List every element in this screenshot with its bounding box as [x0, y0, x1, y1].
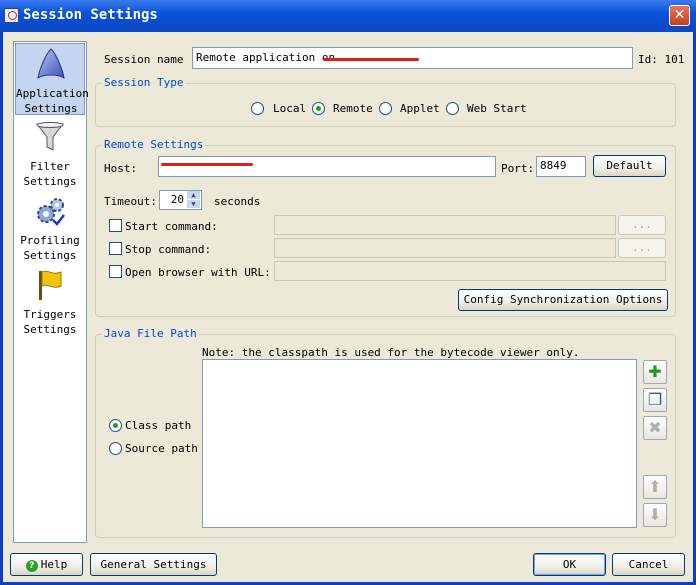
general-settings-button[interactable]: General Settings: [90, 553, 217, 576]
open-browser-label: Open browser with URL:: [125, 266, 271, 279]
sidebar-item-filter-settings[interactable]: Filter Settings: [15, 117, 85, 189]
arrow-down-icon: ⬇: [648, 505, 662, 524]
redaction-mark: [161, 163, 253, 166]
settings-sidebar: Application Settings Filter Settings Pro…: [13, 41, 89, 543]
timeout-value: 20: [170, 193, 184, 206]
session-id-label: Id: 101: [638, 53, 685, 66]
host-input[interactable]: [158, 156, 496, 177]
spinner-up-icon[interactable]: ▲: [187, 191, 200, 199]
port-input[interactable]: 8849: [536, 156, 586, 177]
session-settings-window: Session Settings ✕ Application Settings …: [0, 0, 696, 585]
session-name-label: Session name :: [104, 53, 197, 66]
application-icon: [37, 48, 65, 80]
help-icon: ?: [25, 560, 38, 572]
remove-icon: ✖: [648, 418, 662, 437]
remote-settings-legend: Remote Settings: [102, 138, 206, 151]
sidebar-item-triggers-settings[interactable]: Triggers Settings: [15, 265, 85, 337]
radio-class-path[interactable]: [109, 419, 122, 432]
window-title: Session Settings: [23, 7, 158, 23]
add-from-clipboard-button[interactable]: ❐: [643, 388, 667, 412]
radio-applet[interactable]: [379, 102, 392, 115]
start-command-browse-button[interactable]: ...: [618, 215, 666, 235]
port-value: 8849: [540, 159, 567, 172]
radio-remote-label: Remote: [333, 102, 373, 115]
sidebar-item-label: Application Settings: [16, 87, 89, 115]
sidebar-item-label: Triggers Settings: [23, 308, 77, 336]
java-file-path-legend: Java File Path: [102, 327, 199, 340]
path-list[interactable]: [202, 359, 637, 528]
close-icon: ✕: [673, 7, 686, 23]
timeout-unit-label: seconds: [214, 195, 261, 208]
timeout-spinner[interactable]: 20 ▲ ▼: [159, 190, 202, 210]
radio-class-path-label: Class path: [125, 419, 192, 432]
help-button[interactable]: ? Help: [10, 553, 83, 576]
radio-web-start[interactable]: [446, 102, 459, 115]
ok-button[interactable]: OK: [533, 553, 606, 576]
spinner-down-icon[interactable]: ▼: [187, 200, 200, 208]
stop-command-input[interactable]: [274, 238, 616, 258]
cancel-button[interactable]: Cancel: [612, 553, 685, 576]
radio-local-label: Local: [273, 102, 307, 115]
triggers-flag-icon: [39, 270, 62, 300]
radio-source-path[interactable]: [109, 442, 122, 455]
radio-local[interactable]: [251, 102, 264, 115]
add-icon: ✚: [648, 362, 662, 381]
start-command-input[interactable]: [274, 215, 616, 235]
stop-command-checkbox[interactable]: [109, 242, 122, 255]
redaction-mark: [323, 58, 419, 61]
open-browser-url-input[interactable]: [274, 261, 666, 281]
radio-remote[interactable]: [312, 102, 325, 115]
stop-command-browse-button[interactable]: ...: [618, 238, 666, 258]
host-label: Host:: [104, 162, 138, 175]
classpath-note: Note: the classpath is used for the byte…: [202, 346, 580, 359]
open-browser-checkbox[interactable]: [109, 265, 122, 278]
dialog-body: Application Settings Filter Settings Pro…: [3, 32, 693, 582]
radio-applet-label: Applet: [400, 102, 440, 115]
radio-web-start-label: Web Start: [467, 102, 527, 115]
start-command-label: Start command:: [125, 220, 218, 233]
stop-command-label: Stop command:: [125, 243, 212, 256]
arrow-up-icon: ⬆: [648, 477, 662, 496]
move-up-button[interactable]: ⬆: [643, 475, 667, 499]
sidebar-item-application-settings[interactable]: Application Settings: [15, 43, 89, 115]
default-button[interactable]: Default: [593, 155, 666, 177]
close-button[interactable]: ✕: [669, 5, 690, 26]
move-down-button[interactable]: ⬇: [643, 503, 667, 527]
profiling-gears-icon: [37, 198, 65, 226]
add-path-button[interactable]: ✚: [643, 360, 667, 384]
config-sync-options-button[interactable]: Config Synchronization Options: [458, 289, 668, 311]
app-icon: [4, 8, 19, 23]
session-name-value: Remote application on: [196, 51, 336, 64]
port-label: Port:: [501, 162, 535, 175]
help-button-label: Help: [40, 558, 68, 571]
timeout-label: Timeout:: [104, 195, 157, 208]
sidebar-item-label: Filter Settings: [23, 160, 77, 188]
session-type-legend: Session Type: [102, 76, 186, 89]
remove-path-button[interactable]: ✖: [643, 416, 667, 440]
copy-icon: ❐: [647, 390, 663, 409]
sidebar-item-label: Profiling Settings: [20, 234, 80, 262]
filter-funnel-icon: [35, 122, 65, 151]
title-bar[interactable]: Session Settings ✕: [0, 0, 696, 32]
sidebar-item-profiling-settings[interactable]: Profiling Settings: [15, 191, 85, 263]
start-command-checkbox[interactable]: [109, 219, 122, 232]
radio-source-path-label: Source path: [125, 442, 198, 455]
